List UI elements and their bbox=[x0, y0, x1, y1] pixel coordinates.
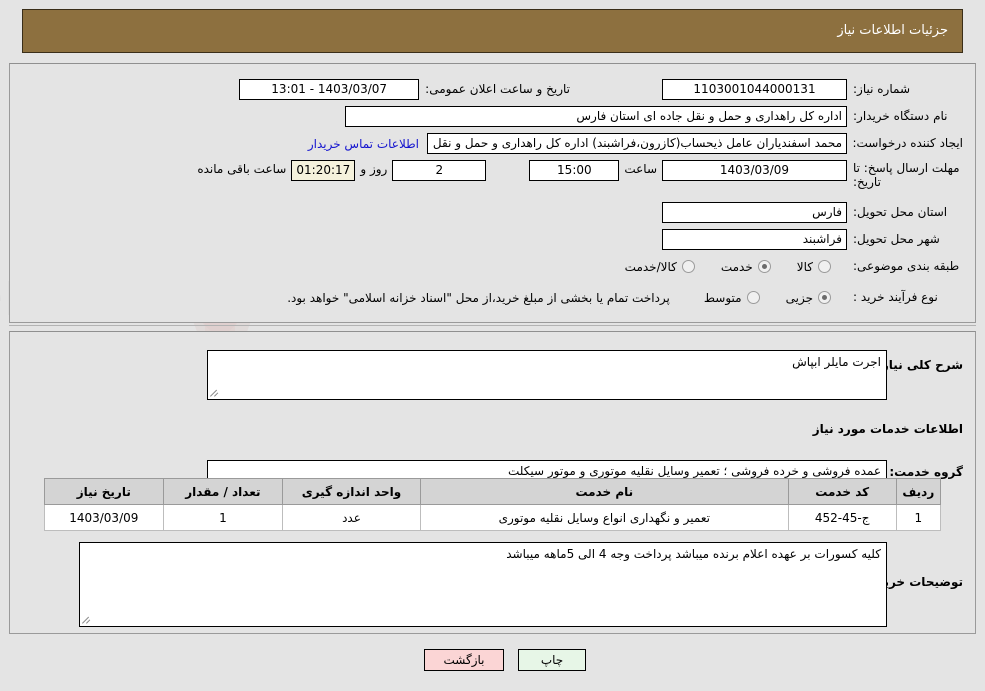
delivery-city-value: فراشبند bbox=[662, 229, 847, 250]
announce-datetime-value: 1403/03/07 - 13:01 bbox=[239, 79, 420, 100]
remaining-days-value: 2 bbox=[392, 160, 487, 181]
deadline-label-line1: مهلت ارسال پاسخ: تا bbox=[853, 161, 960, 175]
deadline-label-line2: تاریخ: bbox=[853, 175, 881, 189]
buyer-org-label: نام دستگاه خریدار: bbox=[853, 109, 948, 123]
general-desc-textarea[interactable]: اجرت مایلر ابپاش bbox=[207, 350, 887, 400]
category-option-khedmat[interactable]: خدمت bbox=[721, 260, 771, 274]
purchase-label-jozi: جزیی bbox=[785, 290, 813, 305]
resize-grip-icon-notes[interactable] bbox=[82, 615, 92, 625]
col-header-quantity: تعداد / مقدار bbox=[162, 478, 284, 505]
cell-unit: عدد bbox=[282, 504, 421, 531]
delivery-province-label: استان محل تحویل: bbox=[853, 205, 948, 219]
need-number-value: 1103001044000131 bbox=[662, 79, 847, 100]
service-group-label: گروه خدمت: bbox=[889, 465, 963, 479]
buyer-contact-link[interactable]: اطلاعات تماس خریدار bbox=[308, 137, 419, 151]
requester-label: ایجاد کننده درخواست: bbox=[852, 136, 963, 150]
services-info-heading: اطلاعات خدمات مورد نیاز bbox=[812, 422, 963, 436]
announce-datetime-label: تاریخ و ساعت اعلان عمومی: bbox=[425, 82, 570, 96]
col-header-need-date: تاریخ نیاز bbox=[44, 478, 164, 505]
purchase-option-jozi[interactable]: جزیی bbox=[786, 291, 831, 305]
cell-service-name: تعمیر و نگهداری انواع وسایل نقلیه موتوری bbox=[419, 504, 789, 531]
general-desc-value: اجرت مایلر ابپاش bbox=[792, 355, 881, 369]
buyer-notes-textarea[interactable]: کلیه کسورات بر عهده اعلام برنده میباشد پ… bbox=[79, 542, 887, 627]
service-items-table: ردیف کد خدمت نام خدمت واحد اندازه گیری ت… bbox=[44, 478, 942, 531]
cell-service-code: ج-45-452 bbox=[787, 504, 897, 531]
cell-radif: 1 bbox=[895, 504, 942, 531]
time-word-label: ساعت bbox=[624, 162, 657, 176]
col-header-service-code: کد خدمت bbox=[787, 478, 897, 505]
purchase-option-motevaset[interactable]: متوسط bbox=[704, 291, 760, 305]
page-header-bar: جزئیات اطلاعات نیاز bbox=[22, 9, 963, 53]
subject-category-label: طبقه بندی موضوعی: bbox=[853, 259, 960, 273]
delivery-province-value: فارس bbox=[662, 202, 847, 223]
cell-need-date: 1403/03/09 bbox=[44, 504, 164, 531]
category-option-kala-khedmat[interactable]: کالا/خدمت bbox=[625, 260, 695, 274]
purchase-radio-jozi[interactable] bbox=[818, 291, 831, 304]
cell-quantity: 1 bbox=[162, 504, 284, 531]
delivery-city-label: شهر محل تحویل: bbox=[853, 232, 940, 246]
table-row: 1 ج-45-452 تعمیر و نگهداری انواع وسایل ن… bbox=[44, 504, 942, 531]
deadline-date-value: 1403/03/09 bbox=[662, 160, 847, 181]
back-button[interactable]: بازگشت bbox=[424, 649, 504, 671]
col-header-unit: واحد اندازه گیری bbox=[282, 478, 421, 505]
remaining-hours-label: ساعت باقی مانده bbox=[197, 162, 287, 176]
buyer-notes-value: کلیه کسورات بر عهده اعلام برنده میباشد پ… bbox=[506, 547, 881, 561]
category-label-kala-khedmat: کالا/خدمت bbox=[624, 259, 677, 274]
buyer-org-value: اداره کل راهداری و حمل و نقل جاده ای است… bbox=[345, 106, 847, 127]
purchase-type-label: نوع فرآیند خرید : bbox=[853, 290, 938, 304]
resize-grip-icon[interactable] bbox=[210, 388, 220, 398]
purchase-label-motevaset: متوسط bbox=[703, 290, 742, 305]
requester-value: محمد اسفندیاران عامل ذیحساب(کازرون،فراشب… bbox=[427, 133, 847, 154]
countdown-timer: 01:20:17 bbox=[291, 160, 356, 181]
service-group-value: عمده فروشی و خرده فروشی ؛ تعمیر وسایل نق… bbox=[507, 464, 881, 478]
deadline-label: مهلت ارسال پاسخ: تا تاریخ: bbox=[853, 158, 963, 189]
need-number-label: شماره نیاز: bbox=[853, 82, 910, 96]
general-desc-label: شرح کلی نیاز: bbox=[877, 358, 963, 372]
panel-divider bbox=[9, 325, 976, 326]
purchase-radio-motevaset[interactable] bbox=[746, 291, 760, 304]
payment-note-text: پرداخت تمام یا بخشی از مبلغ خرید،از محل … bbox=[287, 290, 670, 305]
category-label-kala: کالا bbox=[796, 259, 813, 274]
table-header-row: ردیف کد خدمت نام خدمت واحد اندازه گیری ت… bbox=[44, 478, 942, 505]
col-header-service-name: نام خدمت bbox=[419, 478, 789, 505]
category-radio-khedmat[interactable] bbox=[757, 260, 771, 273]
print-button[interactable]: چاپ bbox=[518, 649, 586, 671]
category-option-kala[interactable]: کالا bbox=[797, 260, 831, 274]
category-label-khedmat: خدمت bbox=[720, 259, 753, 274]
page-title: جزئیات اطلاعات نیاز bbox=[837, 23, 948, 38]
need-summary-panel: شماره نیاز: 1103001044000131 تاریخ و ساع… bbox=[9, 63, 976, 323]
col-header-radif: ردیف bbox=[895, 478, 942, 505]
category-radio-kala-khedmat[interactable] bbox=[681, 260, 695, 273]
category-radio-kala[interactable] bbox=[818, 260, 831, 273]
deadline-time-value: 15:00 bbox=[529, 160, 620, 181]
days-word-label: روز و bbox=[360, 162, 388, 176]
